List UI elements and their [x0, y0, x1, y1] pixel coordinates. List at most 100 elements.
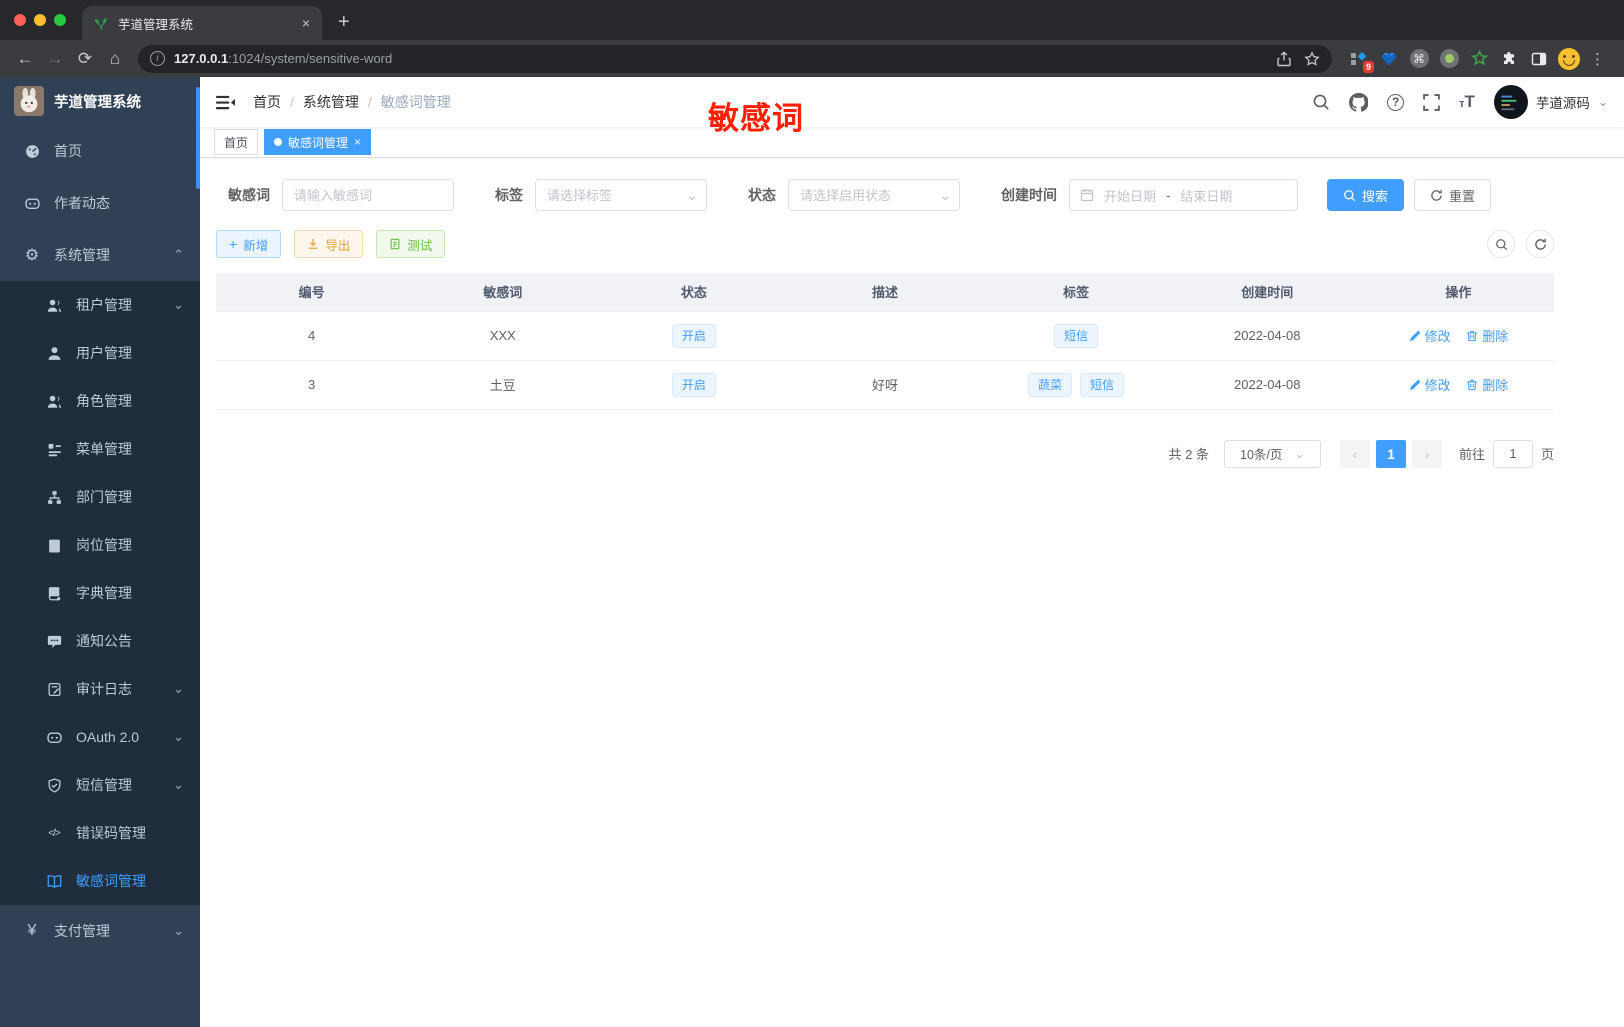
forward-icon[interactable]: → — [40, 44, 70, 74]
extension-command-icon[interactable]: ⌘ — [1406, 46, 1432, 72]
profile-avatar-emoji[interactable] — [1556, 46, 1582, 72]
close-window-button[interactable] — [14, 14, 26, 26]
sidebar-item-sensitive-word-management[interactable]: 敏感词管理 — [0, 857, 200, 905]
chevron-down-icon: ⌄ — [173, 681, 184, 696]
sidebar-item-home[interactable]: 首页 — [0, 125, 200, 177]
sidebar-item-department-management[interactable]: 部门管理 — [0, 473, 200, 521]
export-button[interactable]: 导出 — [294, 230, 364, 258]
sidebar-item-error-code-management[interactable]: </> 错误码管理 — [0, 809, 200, 857]
site-info-icon[interactable]: i — [150, 51, 165, 66]
page-size-select[interactable]: 10条/页 ⌄ — [1223, 439, 1321, 468]
status-select[interactable] — [788, 179, 960, 211]
top-navbar: 首页 / 系统管理 / 敏感词管理 ? тT 芋道源码 ⌄ — [200, 77, 1624, 127]
next-page-button[interactable]: › — [1411, 439, 1442, 468]
bookmark-star-icon[interactable] — [1298, 46, 1326, 72]
search-button[interactable]: 搜索 — [1327, 179, 1405, 211]
user-icon — [46, 346, 62, 361]
tags-view-bar: 首页 敏感词管理 × — [200, 127, 1624, 158]
open-book-icon — [46, 874, 62, 889]
breadcrumb-home[interactable]: 首页 — [253, 92, 281, 112]
breadcrumb-system[interactable]: 系统管理 — [303, 92, 359, 112]
date-range-picker[interactable]: 开始日期 - 结束日期 — [1069, 179, 1298, 211]
goto-page: 前往 页 — [1459, 439, 1554, 468]
caret-down-icon: ⌄ — [1597, 95, 1608, 109]
download-icon — [308, 238, 318, 249]
date-separator: - — [1166, 187, 1171, 203]
sidebar-item-oauth[interactable]: OAuth 2.0 ⌄ — [0, 713, 200, 761]
current-page[interactable]: 1 — [1375, 439, 1406, 468]
split-view-icon[interactable] — [1526, 46, 1552, 72]
username: 芋道源码 — [1535, 96, 1590, 111]
sidebar-item-label: 作者动态 — [54, 195, 110, 211]
sidebar-submenu: 租户管理 ⌄ 用户管理 角色管理 菜单管理 部门管理 岗位管理 字典管理 通知公… — [0, 281, 200, 905]
add-button[interactable]: + 新增 — [216, 230, 282, 258]
main-area: 敏感词 首页 / 系统管理 / 敏感词管理 ? тT 芋道源码 ⌄ 首页 敏感词… — [200, 77, 1624, 1027]
close-icon[interactable]: × — [354, 135, 361, 149]
reload-icon[interactable]: ⟳ — [70, 44, 100, 74]
search-icon[interactable] — [1312, 93, 1330, 111]
sidebar-item-audit-log[interactable]: 审计日志 ⌄ — [0, 665, 200, 713]
new-tab-button[interactable]: + — [338, 11, 350, 34]
sidebar-item-notice-management[interactable]: 通知公告 — [0, 617, 200, 665]
collapse-sidebar-icon[interactable] — [216, 93, 235, 112]
zoom-window-button[interactable] — [54, 14, 66, 26]
tab-sensitive-word[interactable]: 敏感词管理 × — [264, 129, 372, 155]
extension-record-icon[interactable] — [1436, 46, 1462, 72]
trash-icon — [1467, 379, 1478, 390]
help-icon[interactable]: ? — [1387, 93, 1405, 111]
reset-button[interactable]: 重置 — [1414, 179, 1492, 211]
tag-select[interactable] — [535, 179, 707, 211]
breadcrumb-current: 敏感词管理 — [380, 94, 451, 110]
minimize-window-button[interactable] — [34, 14, 46, 26]
address-bar[interactable]: i 127.0.0.1 :1024/system/sensitive-word — [138, 44, 1332, 73]
screen: 芋道管理系统 × + ← → ⟳ ⌂ i 127.0.0.1 :1024/sys… — [0, 0, 1624, 1027]
show-search-icon[interactable] — [1487, 230, 1515, 258]
breadcrumb: 首页 / 系统管理 / 敏感词管理 — [253, 92, 451, 112]
refresh-icon[interactable] — [1526, 230, 1554, 258]
goto-page-input[interactable] — [1492, 439, 1533, 468]
share-icon[interactable] — [1270, 46, 1298, 72]
chat-face-icon — [46, 730, 62, 745]
status-badge: 开启 — [671, 372, 716, 397]
extension-diamond-icon[interactable]: 9 — [1346, 46, 1374, 73]
prev-page-button[interactable]: ‹ — [1339, 439, 1370, 468]
tab-home[interactable]: 首页 — [214, 129, 259, 155]
sidebar-item-tenant-management[interactable]: 租户管理 ⌄ — [0, 281, 200, 329]
browser-menu-icon[interactable]: ⋮ — [1582, 50, 1614, 68]
github-icon[interactable] — [1349, 92, 1369, 112]
col-description: 描述 — [789, 273, 981, 311]
home-icon[interactable]: ⌂ — [100, 44, 130, 74]
browser-tab[interactable]: 芋道管理系统 × — [82, 6, 322, 40]
sidebar-item-system-management[interactable]: ⚙ 系统管理 ⌃ — [0, 229, 200, 281]
sidebar-item-label: 通知公告 — [76, 633, 132, 649]
extensions-puzzle-icon[interactable] — [1496, 46, 1522, 72]
sidebar-item-label: 短信管理 — [76, 777, 132, 793]
extension-gem-icon[interactable] — [1376, 46, 1402, 72]
back-icon[interactable]: ← — [10, 44, 40, 74]
extension-star-icon[interactable] — [1466, 46, 1492, 72]
sidebar-item-user-management[interactable]: 用户管理 — [0, 329, 200, 377]
fullscreen-icon[interactable] — [1423, 93, 1440, 111]
col-id: 编号 — [216, 273, 408, 311]
table-row: 3 土豆 开启 好呀 蔬菜 短信 2022-04-08 修改 删除 — [216, 360, 1554, 410]
test-button[interactable]: 测试 — [376, 230, 446, 258]
sidebar-item-payment-management[interactable]: ¥ 支付管理 ⌄ — [0, 905, 200, 957]
cell-id: 3 — [216, 360, 408, 410]
sidebar-item-menu-management[interactable]: 菜单管理 — [0, 425, 200, 473]
browser-toolbar: ← → ⟳ ⌂ i 127.0.0.1 :1024/system/sensiti… — [0, 40, 1624, 77]
edit-link[interactable]: 修改 — [1409, 326, 1451, 345]
sidebar-item-label: 字典管理 — [76, 585, 132, 601]
sidebar-item-dict-management[interactable]: 字典管理 — [0, 569, 200, 617]
sidebar-item-role-management[interactable]: 角色管理 — [0, 377, 200, 425]
delete-link[interactable]: 删除 — [1466, 326, 1508, 345]
edit-link[interactable]: 修改 — [1409, 375, 1451, 394]
font-size-icon[interactable]: тT — [1459, 92, 1475, 112]
app-logo[interactable]: 芋道管理系统 — [0, 77, 200, 125]
user-menu[interactable]: 芋道源码 ⌄ — [1493, 85, 1608, 119]
sidebar-item-sms-management[interactable]: 短信管理 ⌄ — [0, 761, 200, 809]
delete-link[interactable]: 删除 — [1466, 375, 1508, 394]
tab-close-icon[interactable]: × — [302, 15, 310, 31]
keyword-input[interactable] — [282, 179, 454, 211]
sidebar-item-author-news[interactable]: 作者动态 — [0, 177, 200, 229]
sidebar-item-post-management[interactable]: 岗位管理 — [0, 521, 200, 569]
